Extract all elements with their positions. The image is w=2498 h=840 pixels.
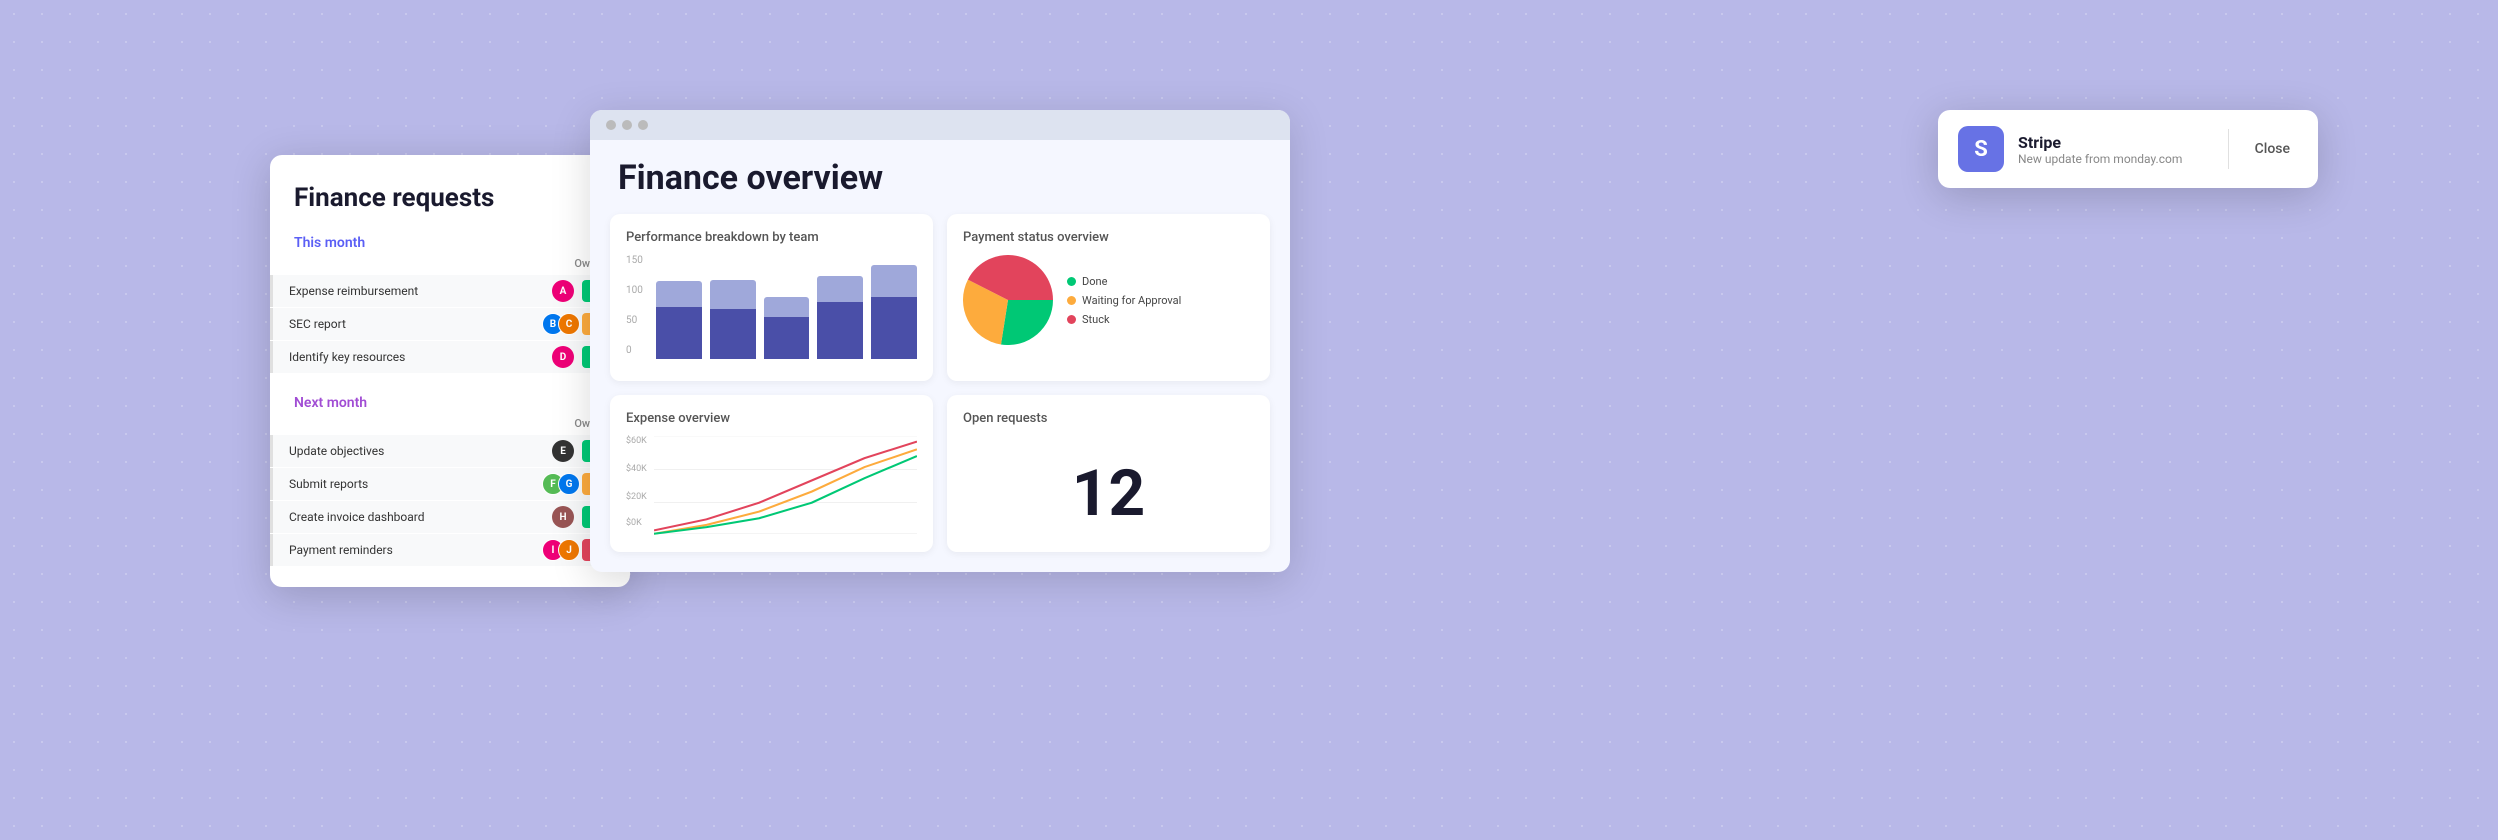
bar-segment-top (656, 281, 702, 307)
y-label: $40K (626, 464, 647, 474)
finance-requests-title: Finance requests (270, 183, 630, 225)
task-row[interactable]: SEC report B C (270, 308, 630, 340)
task-row[interactable]: Create invoice dashboard H (270, 501, 630, 533)
expense-widget: Expense overview $60K $40K $20K $0K (610, 395, 933, 552)
task-name: Submit reports (281, 477, 542, 491)
bar-group (817, 255, 863, 359)
expense-widget-title: Expense overview (626, 411, 917, 426)
chrome-dot-1 (606, 120, 616, 130)
payment-status-widget: Payment status overview Don (947, 214, 1270, 381)
payment-status-title: Payment status overview (963, 230, 1254, 245)
avatar-group: I J (542, 539, 574, 561)
avatar: E (552, 440, 574, 462)
this-month-header: This month (270, 225, 630, 257)
legend-dot-waiting (1067, 296, 1076, 305)
bar-segment-top (764, 297, 810, 318)
line-chart-svg (654, 436, 917, 536)
task-row[interactable]: Identify key resources D (270, 341, 630, 373)
y-label: 150 (626, 255, 643, 266)
task-row[interactable]: Payment reminders I J (270, 534, 630, 566)
bar-segment-bottom (817, 302, 863, 359)
notification-subtitle: New update from monday.com (2018, 152, 2210, 166)
stripe-notification: S Stripe New update from monday.com Clos… (1938, 110, 2318, 188)
avatar: H (552, 506, 574, 528)
bar-group (764, 255, 810, 359)
avatar-group: B C (542, 313, 574, 335)
open-requests-widget: Open requests 12 (947, 395, 1270, 552)
open-requests-count: 12 (963, 436, 1254, 531)
legend-label-stuck: Stuck (1082, 313, 1110, 326)
y-label: $0K (626, 518, 642, 528)
avatar: C (558, 313, 580, 335)
chrome-dot-2 (622, 120, 632, 130)
finance-overview-panel: Finance overview Performance breakdown b… (590, 110, 1290, 572)
task-name: Payment reminders (281, 543, 542, 557)
bar-segment-top (817, 276, 863, 302)
overview-title: Finance overview (590, 140, 1290, 214)
pie-container: Done Waiting for Approval Stuck (963, 255, 1254, 345)
avatar: G (558, 473, 580, 495)
y-label: $20K (626, 492, 647, 502)
chrome-dot-3 (638, 120, 648, 130)
y-label: 100 (626, 285, 643, 296)
avatar: D (552, 346, 574, 368)
notification-divider (2228, 129, 2229, 169)
task-row[interactable]: Submit reports F G (270, 468, 630, 500)
legend-item-done: Done (1067, 275, 1181, 288)
task-row[interactable]: Update objectives E (270, 435, 630, 467)
bar-segment-top (710, 280, 756, 309)
stripe-icon-letter: S (1974, 137, 1988, 162)
legend-label-waiting: Waiting for Approval (1082, 294, 1181, 307)
bar-group (656, 255, 702, 359)
bar-group (710, 255, 756, 359)
task-name: Identify key resources (281, 350, 552, 364)
avatar: J (558, 539, 580, 561)
y-label: 50 (626, 315, 637, 326)
legend-item-stuck: Stuck (1067, 313, 1181, 326)
main-scene: Finance requests This month Owner Expens… (0, 0, 2498, 840)
bar-segment-bottom (710, 309, 756, 359)
next-month-header: Next month (270, 385, 630, 417)
avatar-group: F G (542, 473, 574, 495)
avatar: A (552, 280, 574, 302)
bar-segment-bottom (764, 317, 810, 359)
stripe-app-icon: S (1958, 126, 2004, 172)
line-chart-area: $60K $40K $20K $0K (626, 436, 917, 536)
task-name: Create invoice dashboard (281, 510, 552, 524)
legend-item-waiting: Waiting for Approval (1067, 294, 1181, 307)
widgets-grid: Performance breakdown by team 150 100 50… (590, 214, 1290, 552)
task-name: Update objectives (281, 444, 552, 458)
notification-content: Stripe New update from monday.com (2018, 133, 2210, 166)
bar-segment-top (871, 265, 917, 296)
legend-dot-done (1067, 277, 1076, 286)
bar-segment-bottom (656, 307, 702, 359)
y-label: 0 (626, 345, 632, 356)
finance-requests-panel: Finance requests This month Owner Expens… (270, 155, 630, 587)
y-label: $60K (626, 436, 647, 446)
notification-title: Stripe (2018, 133, 2210, 152)
bar-chart-bars (656, 255, 917, 365)
pie-chart (963, 255, 1053, 345)
panel-chrome (590, 110, 1290, 140)
pie-legend: Done Waiting for Approval Stuck (1067, 275, 1181, 326)
close-notification-button[interactable]: Close (2247, 135, 2298, 163)
open-requests-title: Open requests (963, 411, 1254, 426)
performance-widget: Performance breakdown by team 150 100 50… (610, 214, 933, 381)
task-row[interactable]: Expense reimbursement A (270, 275, 630, 307)
legend-label-done: Done (1082, 275, 1107, 288)
task-name: SEC report (281, 317, 542, 331)
bar-segment-bottom (871, 297, 917, 359)
task-name: Expense reimbursement (281, 284, 552, 298)
bar-group (871, 255, 917, 359)
legend-dot-stuck (1067, 315, 1076, 324)
performance-widget-title: Performance breakdown by team (626, 230, 917, 245)
